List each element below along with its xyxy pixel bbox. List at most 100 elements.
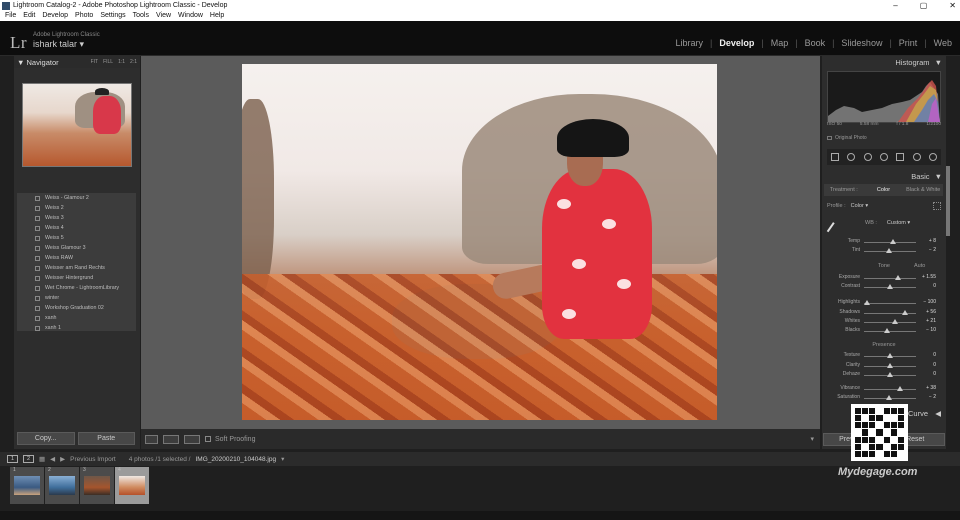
- forward-arrow-icon[interactable]: ▶: [60, 455, 65, 463]
- slider-value[interactable]: 0: [933, 352, 936, 358]
- before-after-icon[interactable]: [163, 434, 179, 444]
- user-name[interactable]: ishark talar ▾: [33, 39, 84, 50]
- slider-highlights[interactable]: Highlights − 100: [824, 299, 944, 308]
- basic-header[interactable]: Basic ▼: [822, 170, 946, 183]
- filmstrip-thumb[interactable]: 2: [45, 467, 79, 504]
- slider-knob[interactable]: [887, 372, 893, 377]
- slider-tint[interactable]: Tint − 2: [824, 247, 944, 256]
- slider-value[interactable]: − 2: [929, 247, 936, 253]
- slider-dehaze[interactable]: Dehaze 0: [824, 371, 944, 380]
- slider-value[interactable]: + 8: [929, 238, 936, 244]
- preset-item[interactable]: Weiss 2: [17, 203, 136, 213]
- slider-shadows[interactable]: Shadows + 56: [824, 309, 944, 318]
- module-print[interactable]: Print: [899, 38, 918, 48]
- slider-value[interactable]: 0: [933, 283, 936, 289]
- preset-item[interactable]: Weiss RAW: [17, 253, 136, 263]
- slider-vibrance[interactable]: Vibrance + 38: [824, 385, 944, 394]
- close-icon[interactable]: ✕: [949, 0, 956, 11]
- menu-help[interactable]: Help: [210, 11, 224, 21]
- filmstrip-thumb-selected[interactable]: 4: [115, 467, 149, 504]
- module-map[interactable]: Map: [771, 38, 789, 48]
- slider-knob[interactable]: [863, 300, 870, 305]
- preset-item[interactable]: Wet Chrome - LightroomLibrary: [17, 283, 136, 293]
- slider-value[interactable]: − 100: [923, 299, 936, 305]
- slider-texture[interactable]: Texture 0: [824, 352, 944, 361]
- profile-browser-icon[interactable]: [933, 202, 941, 210]
- menu-photo[interactable]: Photo: [75, 11, 93, 21]
- navigator-header[interactable]: ▼ Navigator FIT FILL 1:1 2:1: [14, 56, 140, 68]
- minimize-icon[interactable]: –: [893, 0, 897, 11]
- page-1-button[interactable]: 1: [7, 455, 18, 463]
- preset-item[interactable]: Weisser am Rand Rechts: [17, 263, 136, 273]
- module-slideshow[interactable]: Slideshow: [841, 38, 882, 48]
- slider-knob[interactable]: [892, 319, 899, 324]
- grid-view-icon[interactable]: ▦: [39, 455, 45, 463]
- preset-item[interactable]: winter: [17, 293, 136, 303]
- auto-tone-button[interactable]: Auto: [914, 263, 925, 269]
- soft-proofing-toggle[interactable]: Soft Proofing: [205, 436, 255, 443]
- slider-value[interactable]: 0: [933, 362, 936, 368]
- slider-value[interactable]: + 1.55: [922, 274, 936, 280]
- spot-removal-icon[interactable]: [863, 153, 872, 161]
- slider-value[interactable]: + 56: [926, 309, 936, 315]
- original-photo-toggle[interactable]: Original Photo: [827, 135, 867, 141]
- radial-filter-icon[interactable]: [912, 153, 921, 161]
- profile-select[interactable]: Color ▾: [851, 203, 868, 209]
- right-panel-scrollbar[interactable]: [946, 166, 950, 236]
- checkbox-icon[interactable]: [205, 436, 211, 442]
- slider-knob[interactable]: [887, 284, 893, 289]
- slider-knob[interactable]: [889, 239, 896, 244]
- preset-item[interactable]: Weisser Hintergrund: [17, 273, 136, 283]
- slider-knob[interactable]: [894, 275, 901, 280]
- preset-item[interactable]: Workshop Graduation 02: [17, 303, 136, 313]
- zoom-2-1[interactable]: 2:1: [130, 59, 137, 65]
- menu-window[interactable]: Window: [178, 11, 203, 21]
- filmstrip-thumb[interactable]: 1: [10, 467, 44, 504]
- menu-tools[interactable]: Tools: [133, 11, 149, 21]
- paste-button[interactable]: Paste: [77, 432, 135, 445]
- slider-knob[interactable]: [901, 310, 908, 315]
- slider-knob[interactable]: [886, 395, 893, 400]
- slider-saturation[interactable]: Saturation − 2: [824, 394, 944, 403]
- back-arrow-icon[interactable]: ◀: [50, 455, 55, 463]
- menu-view[interactable]: View: [156, 11, 171, 21]
- zoom-fit[interactable]: FIT: [91, 59, 99, 65]
- slider-exposure[interactable]: Exposure + 1.55: [824, 274, 944, 283]
- wb-select[interactable]: Custom ▾: [887, 220, 910, 226]
- preset-item[interactable]: Weiss 5: [17, 233, 136, 243]
- grid-icon[interactable]: [831, 153, 840, 161]
- preset-item[interactable]: Weiss 3: [17, 213, 136, 223]
- histogram-graph[interactable]: [827, 71, 941, 123]
- preset-item[interactable]: xanh 1: [17, 323, 136, 333]
- module-library[interactable]: Library: [675, 38, 703, 48]
- slider-contrast[interactable]: Contrast 0: [824, 283, 944, 292]
- loupe-view-icon[interactable]: [145, 434, 158, 444]
- slider-value[interactable]: − 10: [926, 327, 936, 333]
- slider-blacks[interactable]: Blacks − 10: [824, 327, 944, 336]
- slider-clarity[interactable]: Clarity 0: [824, 362, 944, 371]
- histogram-header[interactable]: Histogram ▼: [822, 56, 946, 69]
- slider-knob[interactable]: [887, 363, 893, 368]
- slider-temp[interactable]: Temp + 8: [824, 238, 944, 247]
- preset-item[interactable]: Weiss Glamour 3: [17, 243, 136, 253]
- module-develop[interactable]: Develop: [719, 38, 754, 48]
- module-book[interactable]: Book: [805, 38, 826, 48]
- graduated-filter-icon[interactable]: [896, 153, 905, 161]
- brush-icon[interactable]: [928, 153, 937, 161]
- slider-knob[interactable]: [887, 353, 893, 358]
- slider-whites[interactable]: Whites + 21: [824, 318, 944, 327]
- treatment-color[interactable]: Color: [864, 187, 904, 193]
- zoom-fill[interactable]: FILL: [103, 59, 113, 65]
- toolbar-menu-icon[interactable]: ▾: [810, 435, 814, 443]
- source-label[interactable]: Previous Import: [70, 456, 116, 463]
- module-web[interactable]: Web: [934, 38, 952, 48]
- preset-item[interactable]: xanh: [17, 313, 136, 323]
- preset-item[interactable]: Weiss - Glamour 2: [17, 193, 136, 203]
- slider-value[interactable]: − 2: [929, 394, 936, 400]
- navigator-preview[interactable]: [22, 83, 132, 167]
- preset-item[interactable]: Weiss 4: [17, 223, 136, 233]
- yy-compare-icon[interactable]: [184, 434, 200, 444]
- zoom-1-1[interactable]: 1:1: [118, 59, 125, 65]
- maximize-icon[interactable]: ▢: [920, 0, 928, 11]
- slider-track[interactable]: [864, 322, 916, 323]
